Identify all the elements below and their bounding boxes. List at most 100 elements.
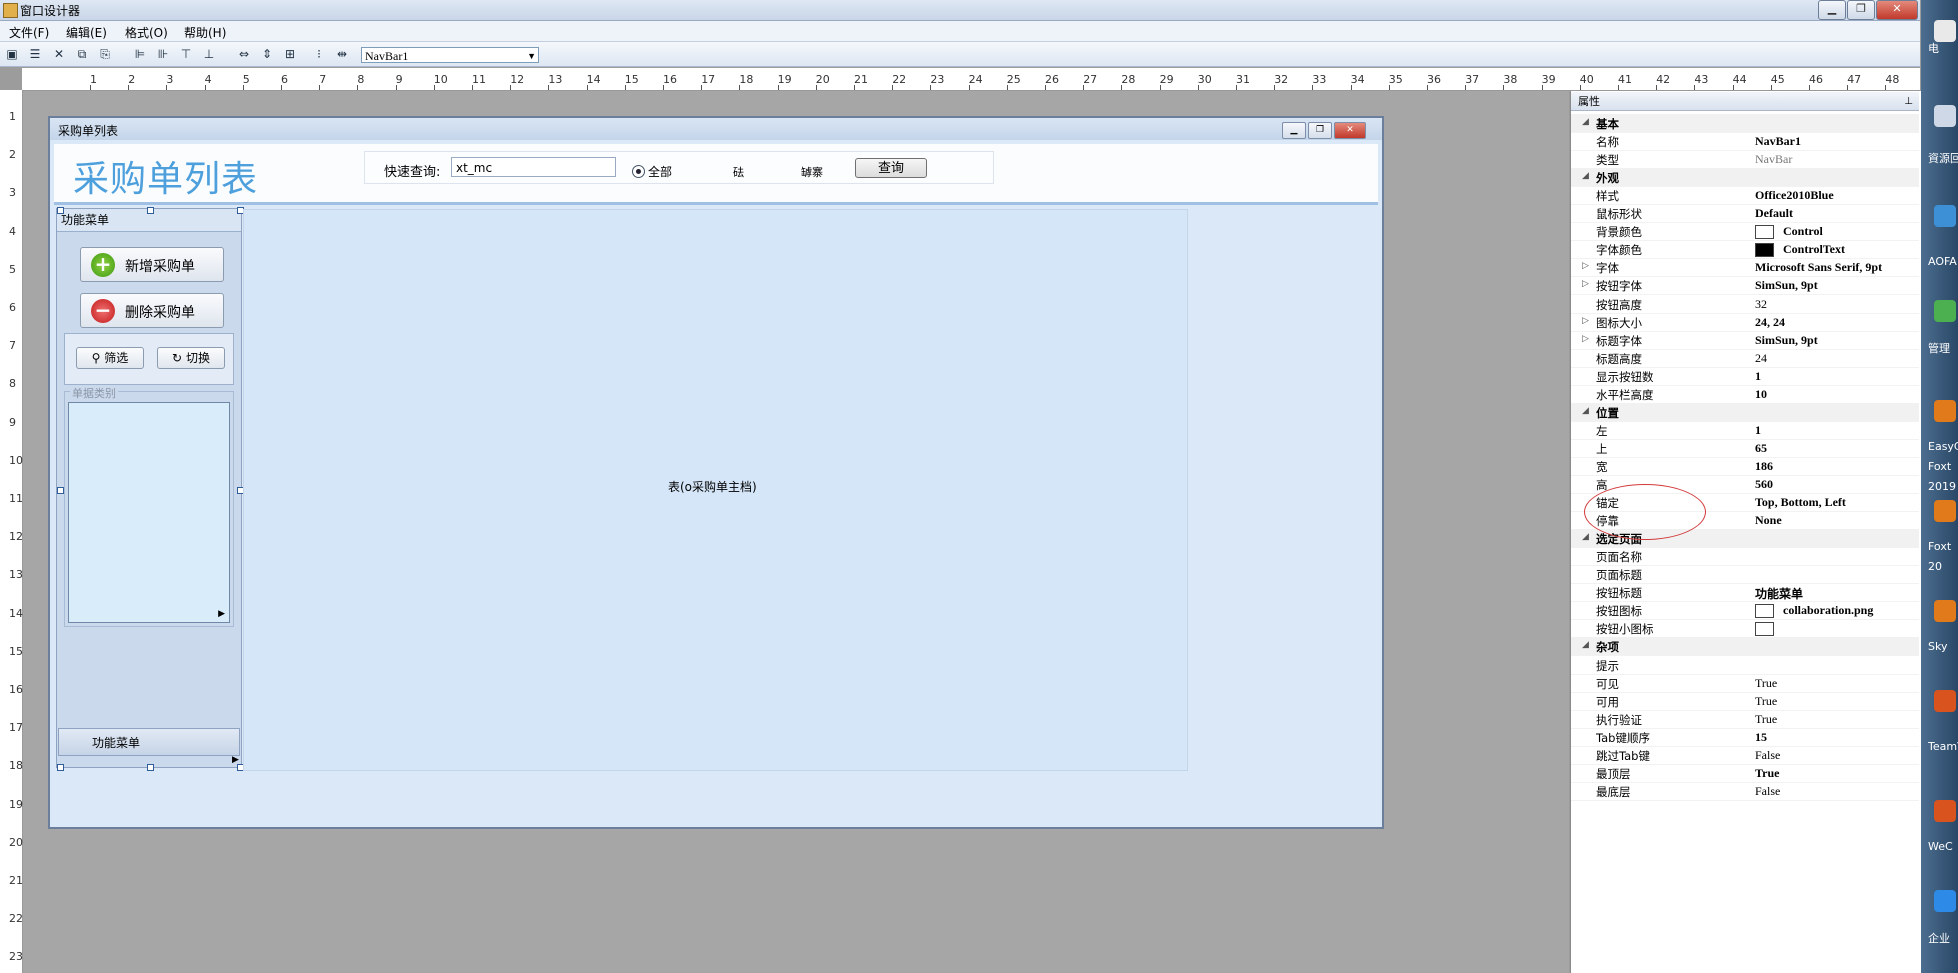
desktop-shortcut-icon[interactable]	[1934, 690, 1956, 712]
desktop-shortcut-icon[interactable]	[1934, 20, 1956, 42]
property-row[interactable]: 提示	[1571, 656, 1919, 675]
collapse-icon[interactable]: ◢	[1582, 171, 1589, 181]
expand-icon[interactable]: ▷	[1582, 316, 1589, 326]
scroll-right-icon[interactable]: ▶	[218, 609, 225, 619]
property-row[interactable]: ▷ 标题字体 SimSun, 9pt	[1571, 331, 1919, 350]
property-value[interactable]: 32	[1755, 297, 1767, 312]
property-value[interactable]: True	[1755, 694, 1777, 709]
property-value[interactable]: SimSun, 9pt	[1755, 278, 1818, 293]
pin-icon[interactable]: ⊥	[1904, 92, 1913, 111]
property-row[interactable]: 按钮小图标	[1571, 619, 1919, 639]
desktop-shortcut-icon[interactable]	[1934, 105, 1956, 127]
property-value[interactable]: 1	[1755, 369, 1761, 384]
property-category[interactable]: ◢ 位置	[1571, 402, 1919, 422]
menu-format[interactable]: 格式(O)	[125, 24, 168, 41]
property-row[interactable]: 字体颜色 ControlText	[1571, 240, 1919, 260]
property-value[interactable]: 65	[1755, 441, 1767, 456]
resize-handle[interactable]	[57, 487, 64, 494]
property-value[interactable]: False	[1755, 784, 1780, 799]
desktop-shortcut-icon[interactable]	[1934, 205, 1956, 227]
desktop-icon-label[interactable]: 电	[1928, 40, 1958, 56]
property-value[interactable]: True	[1755, 676, 1777, 691]
desktop-shortcut-icon[interactable]	[1934, 800, 1956, 822]
add-order-button[interactable]: + 新增采购单	[80, 247, 224, 282]
copy-icon[interactable]: ⧉	[75, 47, 89, 61]
form-minimize-button[interactable]: ▁	[1282, 122, 1306, 139]
desktop-icon-label[interactable]: 2019	[1928, 480, 1958, 493]
desktop-shortcut-icon[interactable]	[1934, 600, 1956, 622]
property-value[interactable]: 560	[1755, 477, 1773, 492]
property-row[interactable]: ▷ 图标大小 24, 24	[1571, 313, 1919, 332]
properties-icon[interactable]: ☰	[28, 47, 42, 61]
search-input[interactable]: xt_mc	[451, 157, 616, 177]
property-value[interactable]: NavBar	[1755, 152, 1792, 167]
switch-button[interactable]: ↻ 切换	[157, 347, 225, 369]
radio-all[interactable]	[632, 165, 645, 178]
collapse-icon[interactable]: ◢	[1582, 406, 1589, 416]
resize-handle[interactable]	[147, 764, 154, 771]
query-button[interactable]: 查询	[855, 158, 927, 178]
desktop-icon-label[interactable]: 20	[1928, 560, 1958, 573]
property-row[interactable]: 按钮高度 32	[1571, 295, 1919, 314]
property-row[interactable]: 页面名称	[1571, 547, 1919, 567]
spacing-icon[interactable]: ⇹	[335, 47, 349, 61]
property-value[interactable]: None	[1755, 513, 1782, 528]
property-row[interactable]: 背景颜色 Control	[1571, 222, 1919, 242]
align-top-icon[interactable]: ⊤	[179, 47, 193, 61]
property-row[interactable]: 最顶层 True	[1571, 764, 1919, 783]
property-value[interactable]: 15	[1755, 730, 1767, 745]
form-restore-button[interactable]: ❐	[1308, 122, 1332, 139]
nav-bar-footer-button[interactable]: 功能菜单	[58, 728, 240, 756]
paste-icon[interactable]: ⎘	[98, 47, 112, 61]
property-value[interactable]: Control	[1783, 224, 1823, 239]
property-row[interactable]: ▷ 字体 Microsoft Sans Serif, 9pt	[1571, 258, 1919, 278]
desktop-icon-label[interactable]: Foxt	[1928, 460, 1958, 473]
property-value[interactable]: 24, 24	[1755, 315, 1785, 330]
desktop-icon-label[interactable]: Sky	[1928, 640, 1958, 653]
form-close-button[interactable]: ✕	[1334, 122, 1366, 139]
property-row[interactable]: 跳过Tab键 False	[1571, 746, 1919, 765]
desktop-shortcut-icon[interactable]	[1934, 500, 1956, 522]
property-value[interactable]: True	[1755, 766, 1779, 781]
property-value[interactable]: collaboration.png	[1783, 603, 1873, 618]
resize-handle[interactable]	[57, 207, 64, 214]
property-row[interactable]: 按钮图标 collaboration.png	[1571, 601, 1919, 621]
desktop-icon-label[interactable]: 管理	[1928, 340, 1958, 356]
property-row[interactable]: 可见 True	[1571, 674, 1919, 693]
property-row[interactable]: 显示按钮数 1	[1571, 367, 1919, 386]
property-row[interactable]: 上 65	[1571, 439, 1919, 458]
property-row[interactable]: 可用 True	[1571, 692, 1919, 711]
property-row[interactable]: 样式 Office2010Blue	[1571, 186, 1919, 206]
property-row[interactable]: 左1	[1571, 421, 1919, 440]
property-category[interactable]: ◢ 杂项	[1571, 637, 1919, 657]
property-row[interactable]: ▷ 按钮字体 SimSun, 9pt	[1571, 276, 1919, 296]
desktop-icon-label[interactable]: AOFA	[1928, 255, 1958, 268]
property-row[interactable]: 标题高度 24	[1571, 349, 1919, 368]
desktop-shortcut-icon[interactable]	[1934, 300, 1956, 322]
filter-button[interactable]: ⚲ 筛选	[76, 347, 144, 369]
property-value[interactable]: 186	[1755, 459, 1773, 474]
property-value[interactable]: 功能菜单	[1755, 585, 1803, 602]
resize-handle[interactable]	[147, 207, 154, 214]
property-value[interactable]: NavBar1	[1755, 134, 1801, 149]
desktop-icon-label[interactable]: WeC	[1928, 840, 1958, 853]
property-value[interactable]: 10	[1755, 387, 1767, 402]
property-category[interactable]: ◢ 外观	[1571, 168, 1919, 188]
property-value[interactable]: Microsoft Sans Serif, 9pt	[1755, 260, 1882, 275]
property-row[interactable]: 名称 NavBar1	[1571, 132, 1919, 152]
control-selector[interactable]: NavBar1 ▼	[361, 47, 539, 63]
option-2-label[interactable]: 砝	[733, 164, 744, 180]
align-right-icon[interactable]: ⊪	[156, 47, 170, 61]
desktop-icon-label[interactable]: TeamV	[1928, 740, 1958, 753]
property-value[interactable]: ControlText	[1783, 242, 1845, 257]
menu-file[interactable]: 文件(F)	[9, 24, 49, 41]
expand-icon[interactable]: ▷	[1582, 261, 1589, 271]
property-value[interactable]: Top, Bottom, Left	[1755, 495, 1846, 510]
expand-icon[interactable]: ▷	[1582, 279, 1589, 289]
collapse-icon[interactable]: ◢	[1582, 532, 1589, 542]
expand-icon[interactable]: ▷	[1582, 334, 1589, 344]
collapse-icon[interactable]: ◢	[1582, 640, 1589, 650]
category-list[interactable]: ▶	[68, 402, 230, 623]
property-value[interactable]: True	[1755, 712, 1777, 727]
restore-button[interactable]: ❐	[1847, 0, 1875, 20]
